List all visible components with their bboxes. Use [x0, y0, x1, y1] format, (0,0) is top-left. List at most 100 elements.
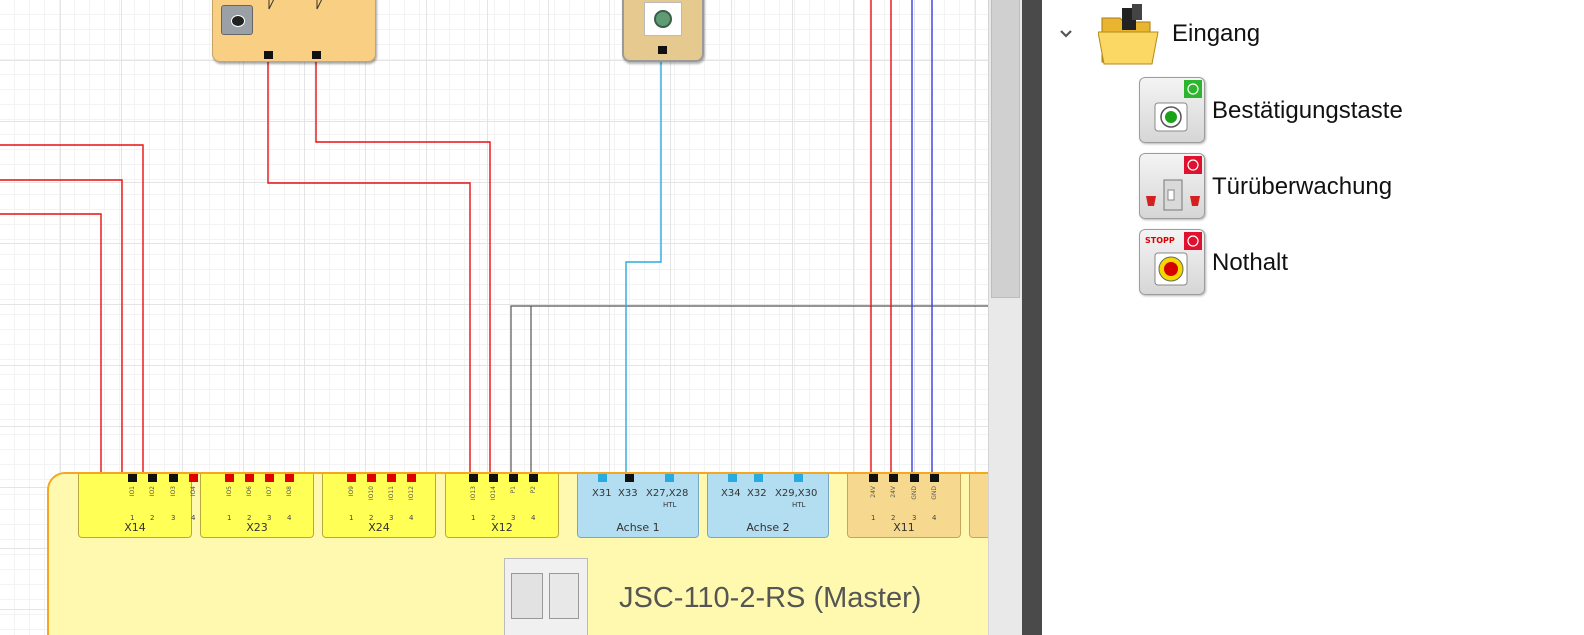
- pin-label: X34: [721, 488, 741, 499]
- tree-item-label[interactable]: Bestätigungstaste: [1212, 97, 1403, 125]
- connector-x12[interactable]: IO13 IO14 P1 P2 1 2 3 4 X12: [445, 474, 559, 538]
- pin[interactable]: [598, 474, 607, 482]
- module-thumbnail-icon: [504, 558, 588, 635]
- connector-x14[interactable]: IO1 IO2 IO3 IO4 1 2 3 4 X14: [78, 474, 198, 538]
- connector-name: X11: [893, 521, 915, 534]
- confirm-button-icon[interactable]: [1139, 77, 1205, 143]
- stop-badge-text: STOPP: [1145, 236, 1175, 245]
- diagram-canvas[interactable]: JSC-110-2-RS (Master) IO1 IO2 IO3 IO4 1 …: [0, 0, 988, 635]
- pin[interactable]: [869, 474, 878, 482]
- pin-label: P1: [510, 486, 517, 494]
- pin[interactable]: [754, 474, 763, 482]
- pin[interactable]: [794, 474, 803, 482]
- pin-label: X29,X30: [775, 488, 818, 499]
- emergency-stop-icon[interactable]: STOPP: [1139, 229, 1205, 295]
- pin[interactable]: [665, 474, 674, 482]
- pin-label: X32: [747, 488, 767, 499]
- tree-item-label[interactable]: Türüberwachung: [1212, 173, 1392, 201]
- pin-label: IO10: [368, 486, 375, 501]
- pin-label: X27,X28: [646, 488, 689, 499]
- pin-label: 24V: [890, 486, 897, 498]
- pin[interactable]: [529, 474, 538, 482]
- master-module-title: JSC-110-2-RS (Master): [619, 582, 922, 614]
- htl-label: HTL: [792, 501, 806, 509]
- pin-label: GND: [911, 486, 918, 500]
- pin[interactable]: [889, 474, 898, 482]
- encoder-block[interactable]: [622, 0, 704, 62]
- connector-x23[interactable]: IO5 IO6 IO7 IO8 1 2 3 4 X23: [200, 474, 314, 538]
- pin-label: IO4: [190, 486, 197, 497]
- wire-red[interactable]: [267, 56, 471, 476]
- pin-label: IO11: [388, 486, 395, 501]
- pin[interactable]: [265, 474, 274, 482]
- pin[interactable]: [509, 474, 518, 482]
- pin[interactable]: [245, 474, 254, 482]
- pin[interactable]: [489, 474, 498, 482]
- pin[interactable]: [128, 474, 137, 482]
- pin-label: IO6: [246, 486, 253, 497]
- pin[interactable]: [189, 474, 198, 482]
- wire-red[interactable]: [0, 213, 102, 476]
- connector-name: X12: [491, 521, 513, 534]
- pin[interactable]: [148, 474, 157, 482]
- connector-name: Achse 1: [616, 521, 660, 534]
- component-tree[interactable]: Eingang Bestätigungstaste Türüberwachung…: [1042, 0, 1584, 635]
- encoder-icon: [644, 2, 682, 36]
- pin-label: IO8: [286, 486, 293, 497]
- pin[interactable]: [169, 474, 178, 482]
- pin-label: X31: [592, 488, 612, 499]
- wire-cyan[interactable]: [625, 48, 662, 476]
- connector-name: X24: [368, 521, 390, 534]
- connector-x24[interactable]: IO9 IO10 IO11 IO12 1 2 3 4 X24: [322, 474, 436, 538]
- vertical-scrollbar[interactable]: [988, 0, 1023, 635]
- pin-label: IO1: [129, 486, 136, 497]
- door-monitoring-icon[interactable]: [1139, 153, 1205, 219]
- wire-red[interactable]: [315, 56, 491, 476]
- pin-label: 24V: [870, 486, 877, 498]
- tree-item-label[interactable]: Nothalt: [1212, 249, 1288, 277]
- connector-achse-1[interactable]: X31 X33 X27,X28 HTL Achse 1: [577, 474, 699, 538]
- pin[interactable]: [728, 474, 737, 482]
- connector-achse-2[interactable]: X34 X32 X29,X30 HTL Achse 2: [707, 474, 829, 538]
- pin[interactable]: [910, 474, 919, 482]
- pin[interactable]: [347, 474, 356, 482]
- selector-switch-icon: [221, 5, 253, 35]
- pin-label: IO7: [266, 486, 273, 497]
- pin-label: IO12: [408, 486, 415, 501]
- pin[interactable]: [469, 474, 478, 482]
- pin-label: X33: [618, 488, 638, 499]
- pin[interactable]: [367, 474, 376, 482]
- pin[interactable]: [285, 474, 294, 482]
- pin-label: P2: [530, 486, 537, 494]
- pin-label: IO2: [149, 486, 156, 497]
- pin-number: 4: [191, 514, 196, 522]
- pin-label: IO14: [490, 486, 497, 501]
- pin-label: IO3: [170, 486, 177, 497]
- wire-red[interactable]: [0, 179, 123, 476]
- connector-name: Achse 2: [746, 521, 790, 534]
- master-module[interactable]: JSC-110-2-RS (Master) IO1 IO2 IO3 IO4 1 …: [47, 472, 988, 635]
- scrollbar-thumb[interactable]: [991, 0, 1020, 298]
- tree-group-label[interactable]: Eingang: [1172, 20, 1260, 48]
- wire-gray[interactable]: [510, 305, 988, 476]
- pin[interactable]: [387, 474, 396, 482]
- pin-label: IO5: [226, 486, 233, 497]
- folder-open-icon: [1097, 2, 1162, 66]
- pin[interactable]: [625, 474, 634, 482]
- selector-switch-block[interactable]: [212, 0, 376, 62]
- panel-splitter[interactable]: [1022, 0, 1042, 635]
- pin[interactable]: [225, 474, 234, 482]
- pin[interactable]: [930, 474, 939, 482]
- connector-name: X14: [124, 521, 146, 534]
- switch-contacts-icon: [264, 0, 323, 59]
- htl-label: HTL: [663, 501, 677, 509]
- chevron-down-icon[interactable]: [1056, 24, 1076, 44]
- pin-label: IO13: [470, 486, 477, 501]
- connector-partial[interactable]: [969, 474, 988, 538]
- connector-name: X23: [246, 521, 268, 534]
- encoder-pin: [658, 46, 667, 54]
- pin-label: IO9: [348, 486, 355, 497]
- pin-label: GND: [931, 486, 938, 500]
- connector-x11[interactable]: 24V 24V GND GND 1 2 3 4 X11: [847, 474, 961, 538]
- pin[interactable]: [407, 474, 416, 482]
